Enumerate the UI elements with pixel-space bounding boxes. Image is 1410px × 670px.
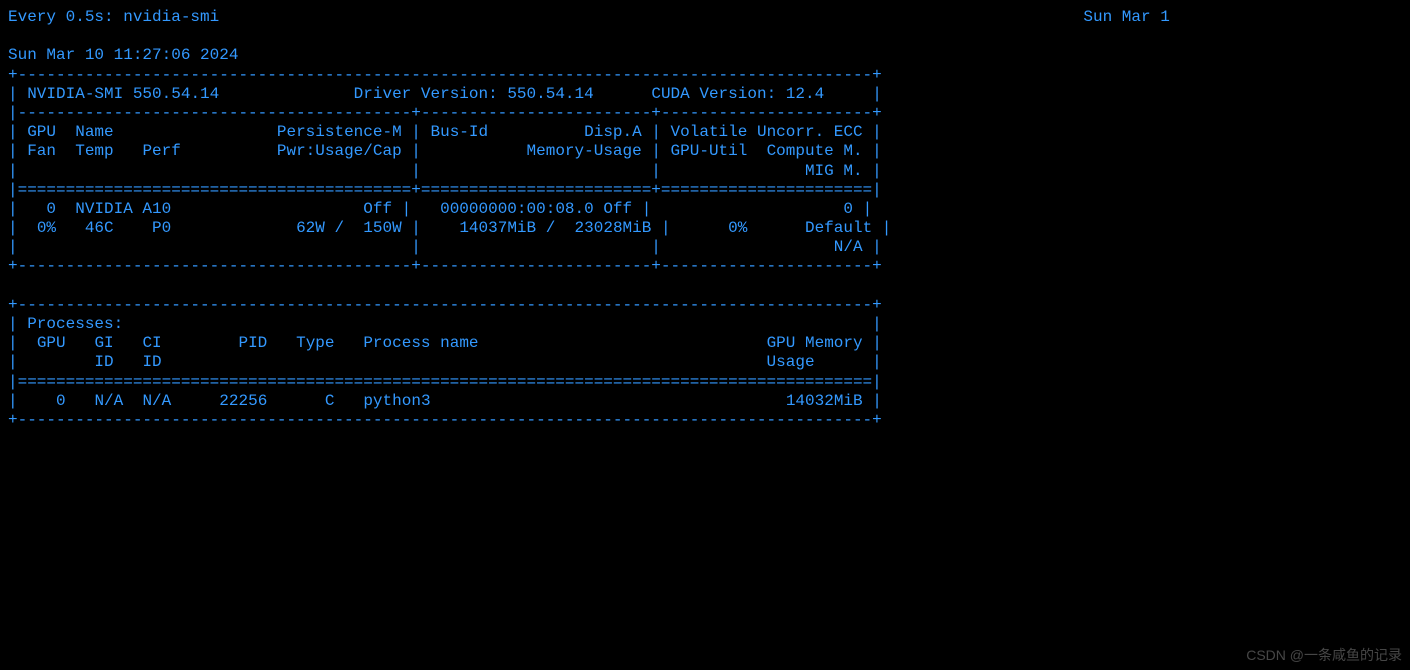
driver-version: 550.54.14 bbox=[507, 85, 593, 103]
cuda-label: CUDA Version: bbox=[651, 85, 776, 103]
gpu-dispa: Off bbox=[603, 200, 632, 218]
gpu-temp: 46C bbox=[85, 219, 114, 237]
proc-mem: 14032MiB bbox=[786, 392, 863, 410]
gpu-mem-total: 23028MiB bbox=[575, 219, 652, 237]
timestamp-line: Sun Mar 10 11:27:06 2024 bbox=[8, 46, 238, 64]
proc-gi: N/A bbox=[94, 392, 123, 410]
watch-interval: Every 0.5s: nvidia-smi bbox=[8, 8, 219, 26]
gpu-mig-mode: N/A bbox=[834, 238, 863, 256]
terminal-output: Every 0.5s: nvidia-smi Sun Mar 1 Sun Mar… bbox=[8, 8, 1402, 430]
gpu-index: 0 bbox=[46, 200, 56, 218]
processes-title: Processes: bbox=[27, 315, 123, 333]
gpu-persistence: Off bbox=[363, 200, 392, 218]
watch-date: Sun Mar 1 bbox=[1083, 8, 1169, 26]
gpu-name: NVIDIA A10 bbox=[75, 200, 171, 218]
gpu-mem-used: 14037MiB bbox=[459, 219, 536, 237]
smi-version: 550.54.14 bbox=[133, 85, 219, 103]
gpu-util: 0% bbox=[728, 219, 747, 237]
gpu-ecc: 0 bbox=[843, 200, 853, 218]
smi-label: NVIDIA-SMI bbox=[27, 85, 123, 103]
gpu-busid: 00000000:00:08.0 bbox=[440, 200, 594, 218]
watermark-text: CSDN @一条咸鱼的记录 bbox=[1246, 647, 1402, 664]
proc-type: C bbox=[325, 392, 335, 410]
cuda-version: 12.4 bbox=[786, 85, 824, 103]
gpu-compute-mode: Default bbox=[805, 219, 872, 237]
gpu-perf: P0 bbox=[152, 219, 171, 237]
proc-pid: 22256 bbox=[219, 392, 267, 410]
proc-gpu: 0 bbox=[56, 392, 66, 410]
proc-name: python3 bbox=[363, 392, 430, 410]
driver-label: Driver Version: bbox=[354, 85, 498, 103]
proc-ci: N/A bbox=[142, 392, 171, 410]
gpu-fan: 0% bbox=[37, 219, 56, 237]
gpu-pwr-cap: 150W bbox=[363, 219, 401, 237]
gpu-pwr-usage: 62W bbox=[296, 219, 325, 237]
